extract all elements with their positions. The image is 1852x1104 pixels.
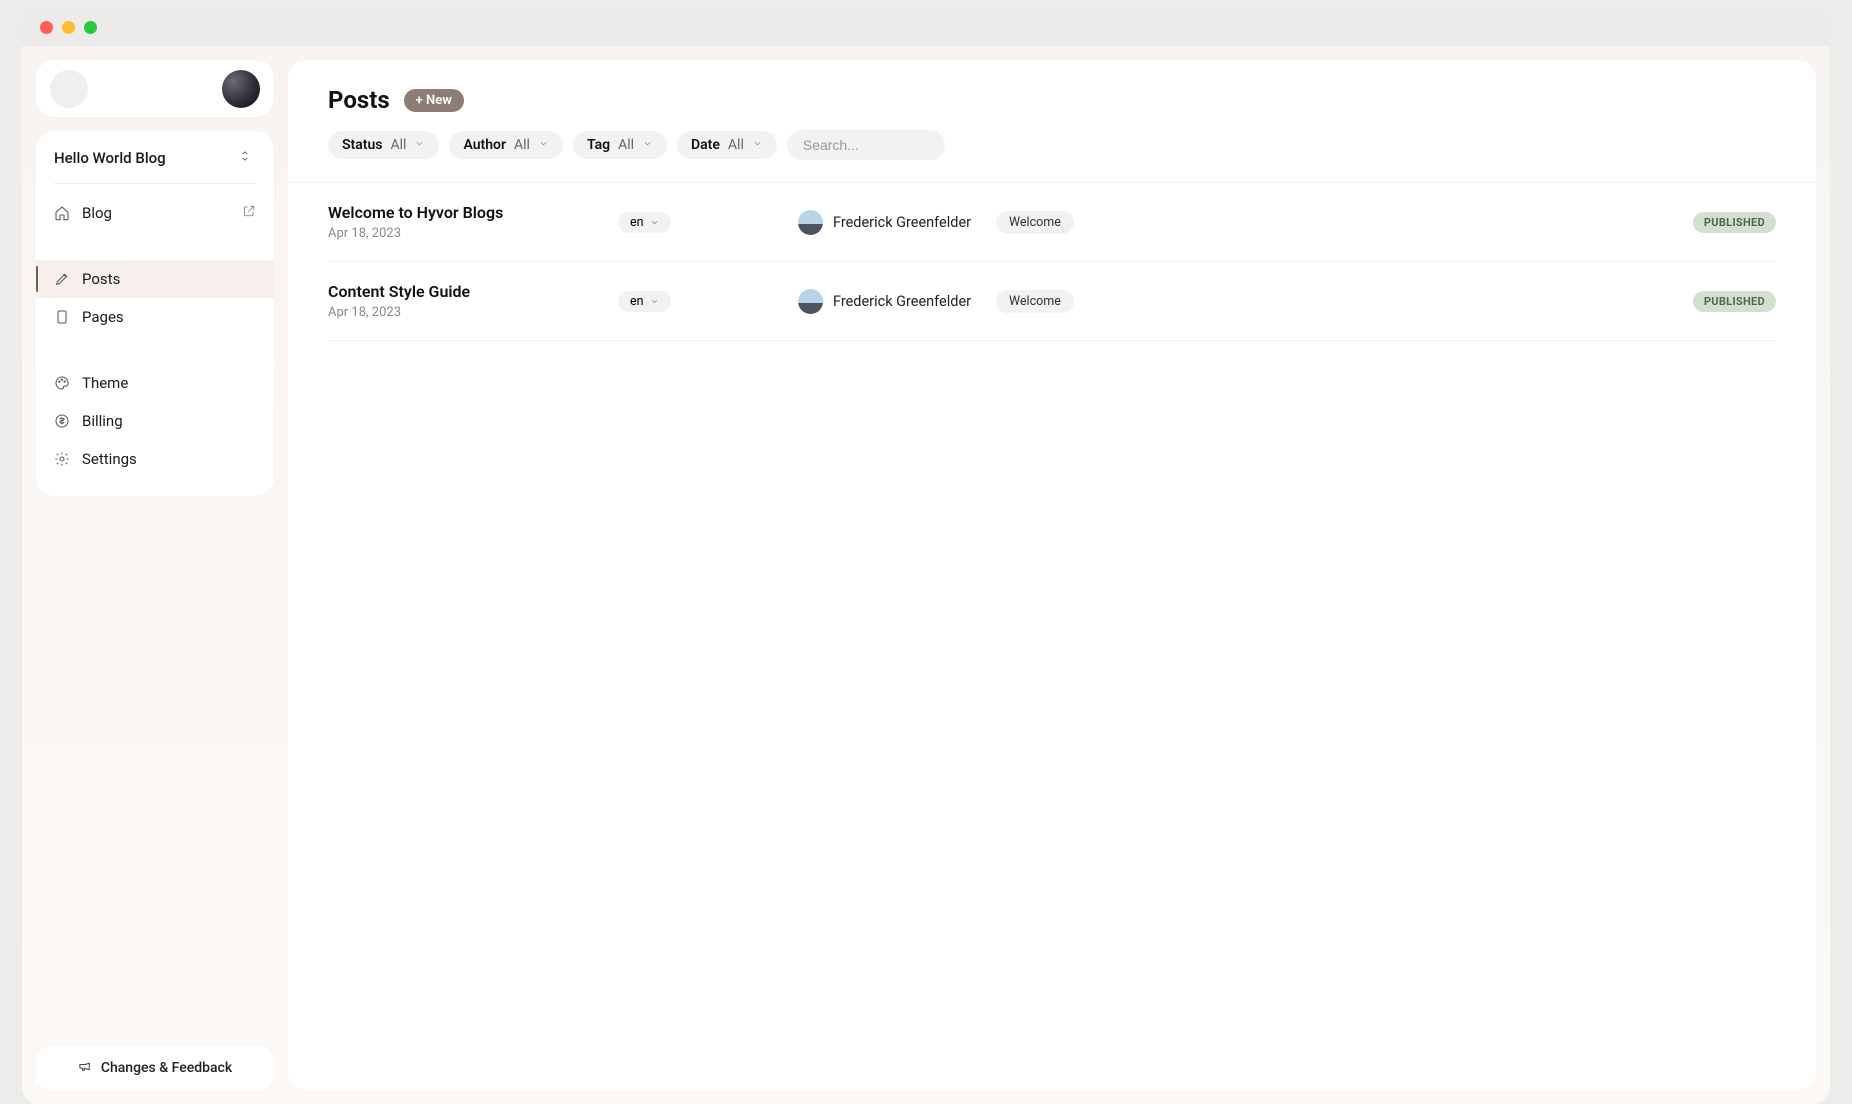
post-row[interactable]: Content Style Guide Apr 18, 2023 en Fred… <box>328 262 1776 341</box>
author-avatar <box>798 289 823 314</box>
window-minimize-icon[interactable] <box>62 21 75 34</box>
sidebar-item-label: Pages <box>82 308 124 326</box>
filter-label: Date <box>691 137 720 153</box>
filter-bar: Status All Author All Tag All Date All <box>328 130 1776 160</box>
home-icon <box>54 205 70 221</box>
tag-pill[interactable]: Welcome <box>996 290 1074 313</box>
dollar-icon <box>54 413 70 429</box>
post-date: Apr 18, 2023 <box>328 226 618 241</box>
window-close-icon[interactable] <box>40 21 53 34</box>
author-name: Frederick Greenfelder <box>833 293 971 310</box>
pencil-icon <box>54 271 70 287</box>
user-avatar[interactable] <box>222 70 260 108</box>
sidebar-header <box>36 60 274 117</box>
window-maximize-icon[interactable] <box>84 21 97 34</box>
filter-value: All <box>390 137 406 153</box>
chevron-down-icon <box>642 137 653 153</box>
filter-date[interactable]: Date All <box>677 131 777 159</box>
language-code: en <box>630 294 644 309</box>
sidebar-item-blog[interactable]: Blog <box>36 194 274 232</box>
page-header: Posts + New <box>328 86 1776 114</box>
sidebar-footer: Changes & Feedback <box>36 1046 274 1090</box>
app-logo[interactable] <box>50 70 88 108</box>
feedback-label: Changes & Feedback <box>101 1060 232 1076</box>
sidebar-item-label: Posts <box>82 270 120 288</box>
sidebar-nav: Hello World Blog Blog <box>36 131 274 496</box>
filter-value: All <box>514 137 530 153</box>
filter-label: Author <box>463 137 506 153</box>
external-link-icon[interactable] <box>242 204 256 222</box>
language-pill[interactable]: en <box>618 212 671 233</box>
divider <box>54 183 256 184</box>
app-content: Hello World Blog Blog <box>22 46 1830 1104</box>
chevron-down-icon <box>752 137 763 153</box>
page-icon <box>54 309 70 325</box>
post-title: Welcome to Hyvor Blogs <box>328 203 618 222</box>
post-title: Content Style Guide <box>328 282 618 301</box>
filter-author[interactable]: Author All <box>449 131 563 159</box>
filter-value: All <box>728 137 744 153</box>
sidebar-item-posts[interactable]: Posts <box>36 260 274 298</box>
sidebar-item-label: Blog <box>82 204 112 222</box>
gear-icon <box>54 451 70 467</box>
page-title: Posts <box>328 86 390 114</box>
filter-tag[interactable]: Tag All <box>573 131 667 159</box>
status-badge: PUBLISHED <box>1693 212 1776 233</box>
sidebar-item-label: Billing <box>82 412 123 430</box>
sidebar-item-label: Settings <box>82 450 137 468</box>
chevron-down-icon <box>538 137 549 153</box>
sidebar-item-settings[interactable]: Settings <box>36 440 274 478</box>
palette-icon <box>54 375 70 391</box>
filter-value: All <box>618 137 634 153</box>
blog-name: Hello World Blog <box>54 149 166 167</box>
megaphone-icon <box>78 1059 93 1078</box>
author-name: Frederick Greenfelder <box>833 214 971 231</box>
author-avatar <box>798 210 823 235</box>
sidebar-item-label: Theme <box>82 374 128 392</box>
window-titlebar <box>22 8 1830 46</box>
sidebar-item-pages[interactable]: Pages <box>36 298 274 336</box>
language-code: en <box>630 215 644 230</box>
tag-pill[interactable]: Welcome <box>996 211 1074 234</box>
filter-label: Tag <box>587 137 610 153</box>
sidebar: Hello World Blog Blog <box>36 60 274 1090</box>
filter-label: Status <box>342 137 382 153</box>
chevron-down-icon <box>414 137 425 153</box>
language-pill[interactable]: en <box>618 291 671 312</box>
post-row[interactable]: Welcome to Hyvor Blogs Apr 18, 2023 en F… <box>328 183 1776 262</box>
post-date: Apr 18, 2023 <box>328 305 618 320</box>
filter-status[interactable]: Status All <box>328 131 439 159</box>
new-post-button[interactable]: + New <box>404 89 464 112</box>
chevron-up-down-icon <box>238 149 252 167</box>
search-input[interactable] <box>787 130 945 160</box>
main-panel: Posts + New Status All Author All Tag Al… <box>288 60 1816 1090</box>
chevron-down-icon <box>650 297 659 306</box>
sidebar-item-theme[interactable]: Theme <box>36 364 274 402</box>
blog-selector[interactable]: Hello World Blog <box>36 131 274 183</box>
sidebar-item-billing[interactable]: Billing <box>36 402 274 440</box>
status-badge: PUBLISHED <box>1693 291 1776 312</box>
feedback-button[interactable]: Changes & Feedback <box>36 1046 274 1090</box>
app-window: Hello World Blog Blog <box>22 8 1830 1104</box>
chevron-down-icon <box>650 218 659 227</box>
